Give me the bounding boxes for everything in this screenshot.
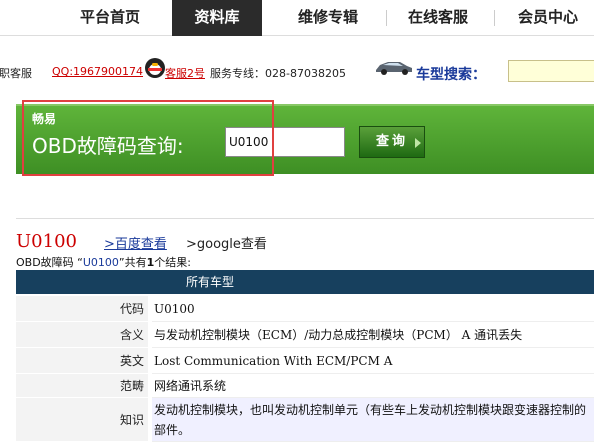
row-value: 网络通讯系统 xyxy=(152,374,594,398)
table-row: 代码 U0100 xyxy=(16,296,594,322)
table-row: 知识 发动机控制模块，也叫发动机控制单元（有些车上发动机控制模块跟变速器控制的部… xyxy=(16,398,594,442)
car-search-label: 车型搜索： xyxy=(416,67,486,83)
nav-home[interactable]: 平台首页 xyxy=(62,0,158,36)
summary-code: U0100 xyxy=(82,256,119,269)
top-navigation: 平台首页 资料库 维修专辑 在线客服 会员中心 xyxy=(0,0,594,36)
table-row: 含义 与发动机控制模块（ECM）/动力总成控制模块（PCM） A 通讯丢失 xyxy=(16,322,594,348)
nav-online-service[interactable]: 在线客服 xyxy=(392,0,484,36)
row-key: 英文 xyxy=(16,348,148,374)
car-search-input[interactable] xyxy=(508,60,594,82)
table-row: 英文 Lost Communication With ECM/PCM A xyxy=(16,348,594,374)
table-header: 所有车型 xyxy=(16,270,594,294)
obd-query-button[interactable]: 查询 xyxy=(359,126,425,158)
row-key: 含义 xyxy=(16,322,148,348)
nav-database[interactable]: 资料库 xyxy=(172,0,262,36)
row-key: 代码 xyxy=(16,296,148,322)
row-key: 知识 xyxy=(16,398,148,442)
summary-mid: ”共有 xyxy=(118,256,147,269)
nav-member-center[interactable]: 会员中心 xyxy=(500,0,594,36)
qq-penguin-icon[interactable] xyxy=(145,58,165,78)
row-value: 与发动机控制模块（ECM）/动力总成控制模块（PCM） A 通讯丢失 xyxy=(152,322,594,348)
result-code-title: U0100 xyxy=(16,231,77,252)
service-bar: 专职客服 QQ:1967900174 客服2号 服务专线：028-8703820… xyxy=(0,36,594,96)
row-value: Lost Communication With ECM/PCM A xyxy=(152,348,594,374)
page: 平台首页 资料库 维修专辑 在线客服 会员中心 专职客服 QQ:19679001… xyxy=(0,0,594,442)
obd-query-panel: 畅易 OBD故障码查询: 查询 xyxy=(16,104,594,174)
baidu-link[interactable]: >百度查看 xyxy=(104,233,167,252)
hotline: 服务专线：028-87038205 xyxy=(210,67,346,80)
obd-code-input[interactable] xyxy=(225,127,345,157)
section-divider xyxy=(16,218,594,219)
kefu2-link[interactable]: 客服2号 xyxy=(165,65,205,81)
nav-divider xyxy=(494,10,495,26)
search-arrow-icon xyxy=(415,138,421,148)
summary-prefix: OBD故障码 “ xyxy=(16,256,83,269)
table-row: 范畴 网络通讯系统 xyxy=(16,374,594,398)
row-key: 范畴 xyxy=(16,374,148,398)
obd-title: OBD故障码查询: xyxy=(32,134,184,158)
qq-link[interactable]: QQ:1967900174 xyxy=(52,65,143,78)
table-header-label: 所有车型 xyxy=(186,275,235,289)
summary-suffix: 个结果: xyxy=(154,256,191,269)
nav-divider xyxy=(386,10,387,26)
obd-brand: 畅易 xyxy=(32,112,57,126)
row-value: U0100 xyxy=(152,296,594,322)
row-value: 发动机控制模块，也叫发动机控制单元（有些车上发动机控制模块跟变速器控制的部件。 xyxy=(152,398,594,442)
service-prefix: 专职客服 xyxy=(0,67,32,80)
result-summary: OBD故障码 “U0100”共有1个结果: xyxy=(16,254,191,270)
car-icon xyxy=(376,62,412,75)
google-link[interactable]: >google查看 xyxy=(186,233,267,252)
obd-query-button-label: 查询 xyxy=(375,134,408,149)
nav-repair-album[interactable]: 维修专辑 xyxy=(278,0,378,36)
